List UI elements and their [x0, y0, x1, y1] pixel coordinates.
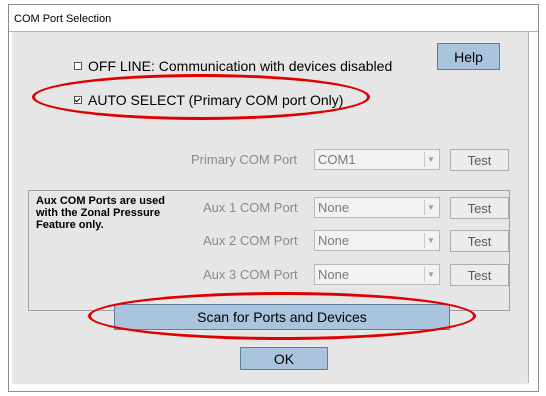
primary-com-port-value: COM1	[318, 152, 356, 167]
primary-test-button[interactable]: Test	[450, 149, 509, 171]
window-frame-bottom	[9, 383, 538, 391]
autoselect-checkbox[interactable]	[74, 96, 82, 104]
dialog-client-area: OFF LINE: Communication with devices dis…	[13, 33, 527, 384]
autoselect-label: AUTO SELECT (Primary COM port Only)	[88, 92, 344, 108]
aux1-com-port-select[interactable]: None ▼	[314, 197, 440, 218]
chevron-down-icon[interactable]: ▼	[424, 200, 437, 215]
scan-ports-button[interactable]: Scan for Ports and Devices	[114, 304, 450, 330]
window-frame-left	[9, 32, 12, 391]
com-port-dialog: COM Port Selection OFF LINE: Communicati…	[8, 4, 539, 392]
help-button[interactable]: Help	[437, 43, 500, 70]
aux3-com-port-select[interactable]: None ▼	[314, 264, 440, 285]
window-frame-right	[528, 32, 538, 391]
aux3-test-button[interactable]: Test	[450, 264, 509, 286]
offline-option[interactable]: OFF LINE: Communication with devices dis…	[74, 58, 392, 74]
offline-checkbox[interactable]	[74, 62, 82, 70]
primary-com-port-select[interactable]: COM1 ▼	[314, 149, 440, 170]
aux2-com-port-value: None	[318, 233, 350, 248]
window-title: COM Port Selection	[14, 13, 112, 25]
chevron-down-icon[interactable]: ▼	[424, 233, 437, 248]
primary-com-port-label: Primary COM Port	[191, 152, 298, 167]
chevron-down-icon[interactable]: ▼	[424, 267, 437, 282]
aux2-test-button[interactable]: Test	[450, 230, 509, 252]
title-bar[interactable]: COM Port Selection	[9, 5, 538, 32]
aux-ports-note: Aux COM Ports are used with the Zonal Pr…	[36, 195, 165, 231]
aux3-com-port-value: None	[318, 267, 350, 282]
aux1-com-port-value: None	[318, 200, 350, 215]
chevron-down-icon[interactable]: ▼	[424, 152, 437, 167]
ok-button[interactable]: OK	[240, 347, 328, 370]
offline-label: OFF LINE: Communication with devices dis…	[88, 58, 393, 74]
aux2-com-port-select[interactable]: None ▼	[314, 230, 440, 251]
aux1-test-button[interactable]: Test	[450, 197, 509, 219]
aux2-com-port-label: Aux 2 COM Port	[203, 233, 298, 248]
aux1-com-port-label: Aux 1 COM Port	[203, 200, 298, 215]
aux3-com-port-label: Aux 3 COM Port	[203, 267, 298, 282]
autoselect-option[interactable]: AUTO SELECT (Primary COM port Only)	[74, 92, 343, 108]
